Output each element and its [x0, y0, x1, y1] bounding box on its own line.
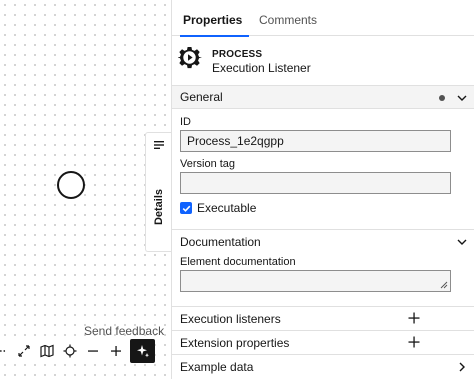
fullscreen-icon[interactable] [12, 339, 35, 363]
zoom-in-icon[interactable] [104, 339, 127, 363]
element-type: PROCESS [212, 49, 263, 60]
chevron-right-icon[interactable] [455, 360, 469, 374]
ai-assistant-button[interactable] [130, 339, 155, 363]
checkmark-icon [182, 205, 190, 212]
send-feedback-link[interactable]: Send feedback [84, 324, 164, 338]
version-tag-label: Version tag [180, 158, 236, 170]
resize-handle-icon[interactable] [440, 281, 448, 289]
element-documentation-field[interactable] [180, 270, 451, 292]
group-extension-properties-header[interactable]: Extension properties [172, 330, 474, 354]
executable-checkbox[interactable] [180, 202, 192, 214]
element-header: PROCESS Execution Listener [172, 40, 474, 85]
chevron-down-icon[interactable] [455, 91, 469, 105]
crosshair-icon[interactable] [58, 339, 81, 363]
group-execution-listeners-title: Execution listeners [180, 311, 281, 326]
map-icon[interactable] [35, 339, 58, 363]
details-panel-toggle[interactable]: Details [145, 132, 171, 252]
element-name: Execution Listener [212, 61, 311, 75]
plus-icon[interactable] [407, 335, 421, 349]
group-execution-listeners-header[interactable]: Execution listeners [172, 306, 474, 330]
executable-row: Executable [180, 201, 256, 215]
sparkle-icon [136, 345, 149, 358]
lines-icon [154, 141, 164, 149]
zoom-out-icon[interactable] [81, 339, 104, 363]
group-documentation-title: Documentation [180, 234, 261, 249]
group-general-header[interactable]: General [172, 85, 474, 109]
group-example-data-title: Example data [180, 359, 254, 374]
partial-icon[interactable] [0, 339, 12, 363]
tab-properties[interactable]: Properties [179, 5, 250, 37]
tab-comments[interactable]: Comments [259, 5, 317, 36]
group-example-data-header[interactable]: Example data [172, 354, 474, 378]
plus-icon[interactable] [407, 311, 421, 325]
diagram-canvas[interactable]: Details Send feedback [0, 0, 171, 379]
element-documentation-label: Element documentation [180, 256, 296, 268]
start-event[interactable] [57, 171, 85, 199]
version-tag-field[interactable] [180, 172, 451, 194]
panel-tabs: Properties Comments [172, 5, 474, 37]
group-documentation-header[interactable]: Documentation [172, 229, 474, 253]
chevron-down-icon[interactable] [455, 235, 469, 249]
properties-panel: Properties Comments PROCESS Execution Li… [171, 0, 474, 379]
group-extension-properties-title: Extension properties [180, 335, 290, 350]
data-indicator-dot [439, 95, 445, 101]
canvas-toolbar [0, 339, 127, 363]
executable-label: Executable [197, 201, 257, 215]
group-general-title: General [180, 90, 223, 104]
details-tab-label: Details [153, 188, 166, 226]
id-label: ID [180, 116, 191, 128]
process-gear-icon [178, 46, 202, 69]
id-field[interactable]: Process_1e2qgpp [180, 130, 451, 152]
